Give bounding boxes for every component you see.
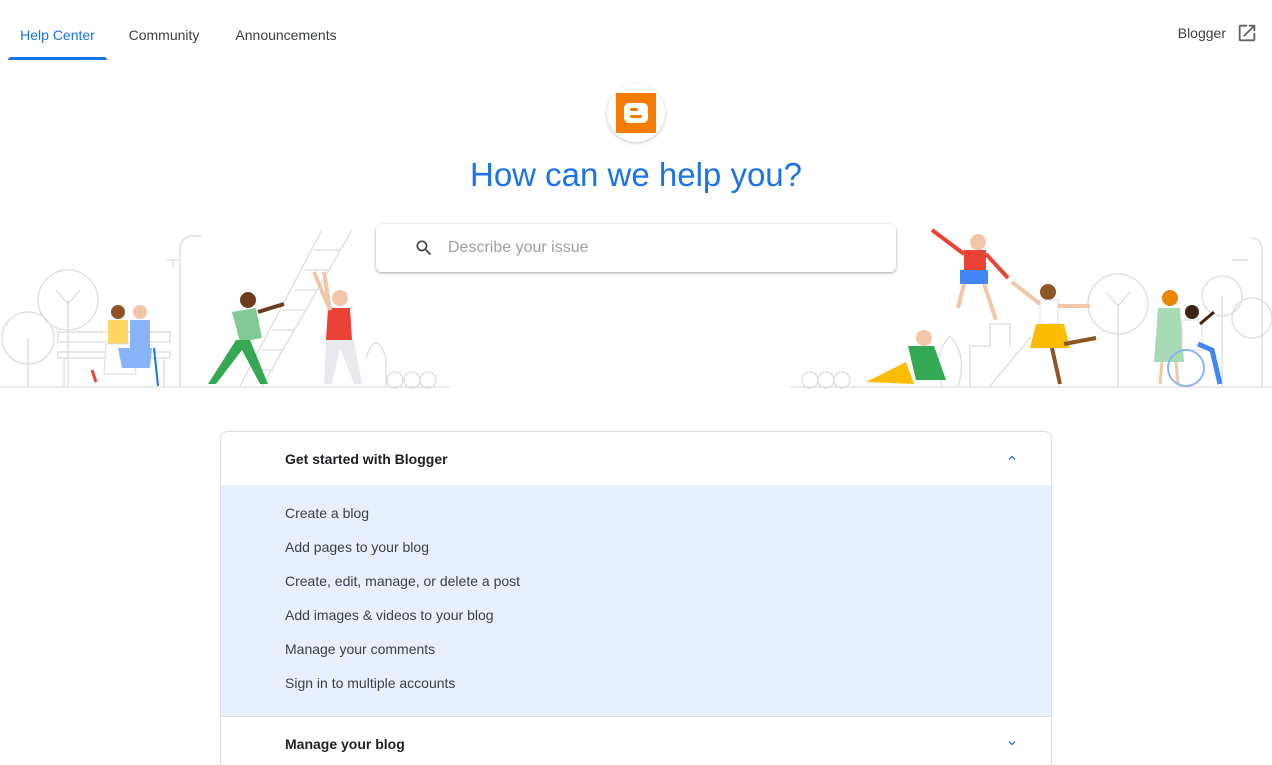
- accordion-panel-get-started: Create a blog Add pages to your blog Cre…: [221, 485, 1051, 717]
- product-link-blogger[interactable]: Blogger: [1178, 22, 1258, 44]
- chevron-down-icon: [1005, 736, 1019, 753]
- accordion-header-manage-blog[interactable]: Manage your blog: [221, 717, 1051, 765]
- page-title: How can we help you?: [469, 156, 803, 193]
- top-navigation: Help Center Community Announcements Blog…: [0, 0, 1272, 60]
- search-input[interactable]: [448, 224, 878, 272]
- topic-link[interactable]: Manage your comments: [285, 636, 1051, 670]
- topic-link[interactable]: Add images & videos to your blog: [285, 602, 1051, 636]
- accordion-title: Get started with Blogger: [285, 450, 448, 467]
- topic-link[interactable]: Sign in to multiple accounts: [285, 670, 1051, 704]
- topics-accordion: Get started with Blogger Create a blog A…: [220, 431, 1052, 765]
- blogger-logo: [607, 84, 665, 142]
- topic-link[interactable]: Create a blog: [285, 500, 1051, 534]
- search-box: [376, 224, 896, 272]
- tab-announcements[interactable]: Announcements: [222, 0, 350, 60]
- tab-help-center[interactable]: Help Center: [8, 0, 107, 60]
- accordion-title: Manage your blog: [285, 735, 405, 752]
- open-in-new-icon: [1236, 22, 1258, 44]
- topic-link[interactable]: Add pages to your blog: [285, 534, 1051, 568]
- product-link-label: Blogger: [1177, 25, 1226, 41]
- blogger-logo-icon: [616, 93, 656, 133]
- topic-link[interactable]: Create, edit, manage, or delete a post: [285, 568, 1051, 602]
- search-icon[interactable]: [414, 238, 434, 263]
- tab-community[interactable]: Community: [114, 0, 214, 60]
- accordion-header-get-started[interactable]: Get started with Blogger: [221, 432, 1051, 485]
- chevron-up-icon: [1005, 451, 1019, 468]
